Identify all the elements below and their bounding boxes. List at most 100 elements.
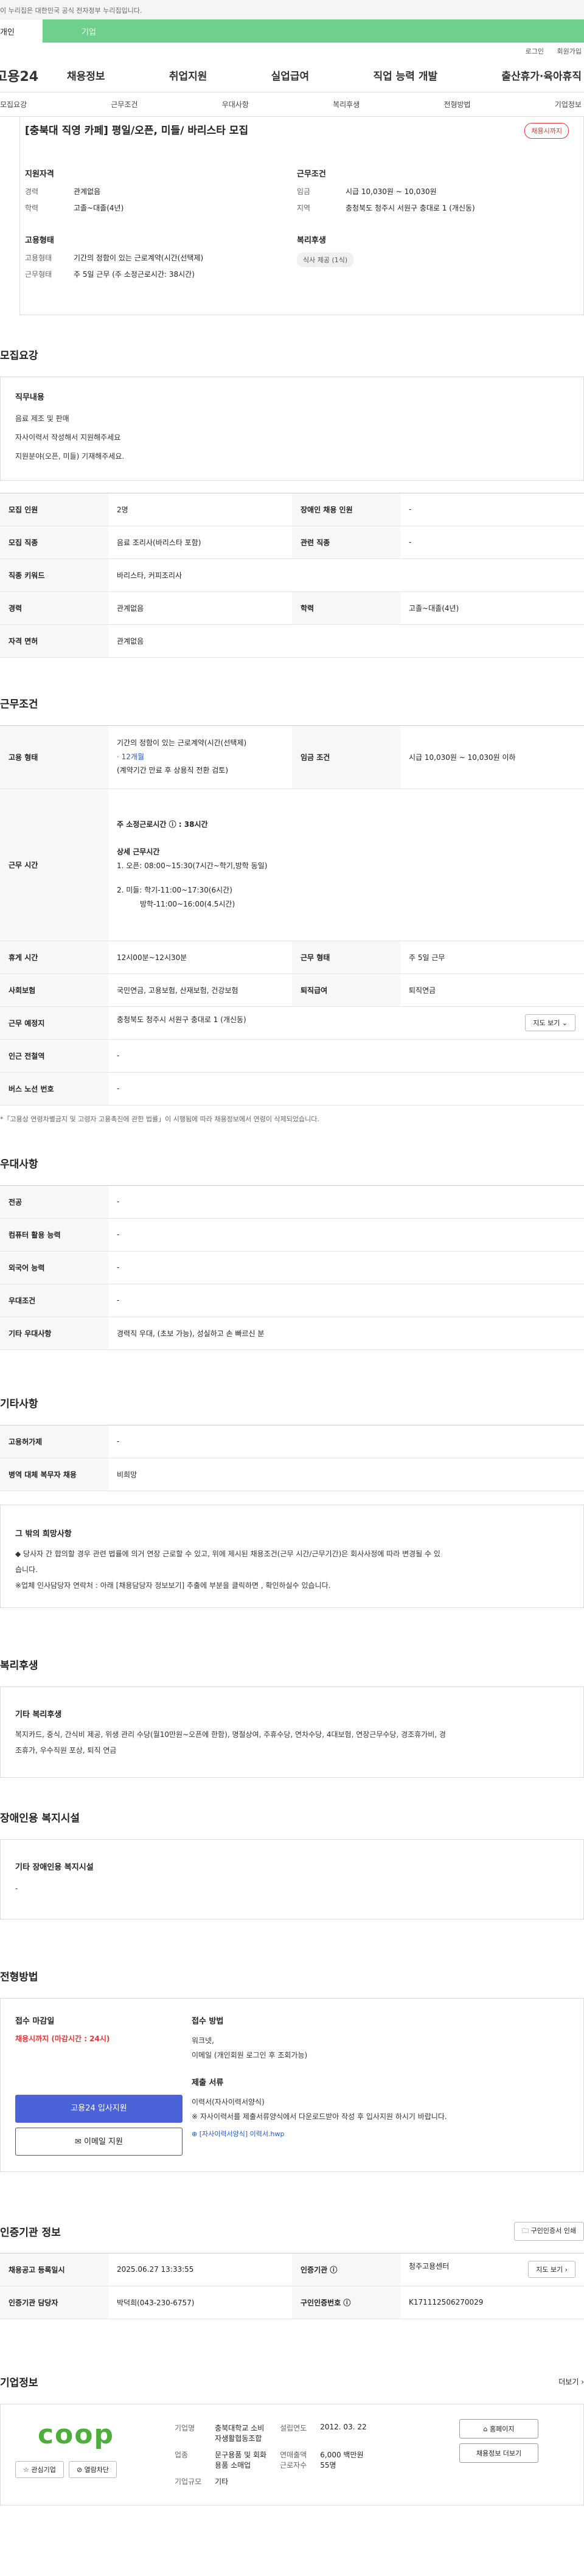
row-label: 관련 직종 <box>292 526 400 559</box>
site-logo[interactable]: 고용24 <box>0 66 62 85</box>
table-row: 사회보험 국민연금, 고용보험, 산재보험, 건강보험 퇴직급여 퇴직연금 <box>0 973 584 1007</box>
disabled-title: 장애인용 복지시설 <box>0 1812 80 1825</box>
row-value: 비희망 <box>108 1458 584 1491</box>
row-label: 자격 면허 <box>0 624 108 658</box>
pref-table: 전공 - 컴퓨터 활용 능력 - 외국어 능력 - 우대조건 - 기타 우대사항 경력직 … <box>0 1185 584 1350</box>
top-links: 로그인 회원가입 <box>0 43 584 58</box>
table-row: 모집 직종 음료 조리사(바리스타 포함) 관련 직종 - <box>0 526 584 559</box>
row-value: 주 5일 근무 <box>400 941 584 974</box>
row-value: 바리스타, 커피조리사 <box>108 559 584 592</box>
row-label: 모집 직종 <box>0 526 108 559</box>
table-row: 근무 예정지 충청북도 청주시 서원구 충대로 1 (개신동) 지도 보기 ⌄ <box>0 1006 584 1040</box>
company-more-link[interactable]: 더보기 › <box>558 2376 584 2387</box>
block-company-button[interactable]: ⊘ 열람차단 <box>68 2460 117 2478</box>
employees-label: 근로자수 <box>280 2460 307 2470</box>
gnb-jobs[interactable]: 채용정보 <box>67 68 105 83</box>
welfare-line: 조휴가, 우수직원 포상, 퇴직 연금 <box>15 1746 117 1755</box>
shift-open: 1. 오픈: 08:00~15:30(7시간~학기,방학 동일) <box>117 861 268 870</box>
deadline-head: 접수 마감일 <box>15 2016 55 2026</box>
agency-map-button[interactable]: 지도 보기 › <box>528 2261 575 2278</box>
emptype-value: 기간의 정함이 있는 근로계약(시간(선택제) <box>74 254 204 262</box>
row-value: - <box>108 1425 584 1458</box>
subnav-recruit[interactable]: 모집요강 <box>0 99 27 110</box>
work-title: 근무조건 <box>0 698 38 711</box>
docs-head: 제출 서류 <box>192 2078 224 2087</box>
industry-value-2: 용품 소매업 <box>215 2460 251 2470</box>
qual-head: 지원자격 <box>25 170 54 179</box>
apply-box: 접수 마감일 채용시까지 (마감시간 : 24시) 고용24 입사지원 ✉ 이메… <box>0 1997 584 2172</box>
table-row: 근무 시간 주 소정근로시간 ⓘ : 38시간 상세 근무시간 1. 오픈: 0… <box>0 788 584 941</box>
company-title: 기업정보 <box>0 2376 38 2389</box>
print-cert-button[interactable]: 🗀 구인인증서 인쇄 <box>514 2221 584 2241</box>
homepage-button[interactable]: ⌂ 홈페이지 <box>459 2418 538 2438</box>
row-label: 버스 노선 번호 <box>0 1072 108 1105</box>
row-value: 2명 <box>108 493 292 526</box>
job-summary-card: [충북대 직영 카페] 평일/오픈, 미들/ 바리스타 모집 채용시까지 지원자… <box>19 117 584 315</box>
row-value: - <box>108 1039 584 1073</box>
email-apply-button[interactable]: ✉ 이메일 지원 <box>15 2127 182 2156</box>
career-value: 관계없음 <box>74 187 101 196</box>
table-row: 기타 우대사항 경력직 우대, (초보 가능), 성실하고 손 빠르신 분 <box>0 1317 584 1350</box>
area-value: 충청북도 청주시 서원구 충대로 1 (개신동) <box>346 204 475 212</box>
mode-bar: 개인 기업 <box>0 19 584 43</box>
method-head: 접수 방법 <box>192 2016 224 2026</box>
table-row: 경력 관계없음 학력 고졸~대졸(4년) <box>0 591 584 625</box>
table-row: 버스 노선 번호 - <box>0 1072 584 1105</box>
gnb-unemployment[interactable]: 실업급여 <box>271 68 310 83</box>
row-label: 퇴직급여 <box>292 973 400 1007</box>
cert-title: 인증기관 정보 <box>0 2226 61 2239</box>
gnb-employment-support[interactable]: 취업지원 <box>169 68 207 83</box>
row-label: 근무 시간 <box>0 788 108 941</box>
duty-box: 직무내용 음료 제조 및 판매 자사이력서 작성해서 지원해주세요 지원분야(오… <box>0 377 584 481</box>
job-title: [충북대 직영 카페] 평일/오픈, 미들/ 바리스타 모집 <box>25 125 249 137</box>
emptype-label: 고용형태 <box>25 254 52 262</box>
subnav-preference[interactable]: 우대사항 <box>222 99 249 110</box>
row-label: 인증기관 ⓘ <box>292 2253 400 2286</box>
subnav-conditions[interactable]: 근무조건 <box>111 99 137 110</box>
shift-middle: 2. 미들: 학기-11:00~17:30(6시간) <box>117 886 232 895</box>
company-logo: coop <box>37 2418 115 2450</box>
company-name-2: 자생활협동조합 <box>215 2434 262 2443</box>
row-label: 장애인 채용 인원 <box>292 493 400 526</box>
cert-agency: 청주고용센터 <box>409 2262 450 2271</box>
row-label: 외국어 능력 <box>0 1251 108 1284</box>
map-view-button[interactable]: 지도 보기 ⌄ <box>525 1014 575 1032</box>
sales-value: 6,000 백만원 <box>320 2450 364 2459</box>
row-value: 12시00분~12시30분 <box>108 941 292 974</box>
global-nav: 고용24 채용정보 취업지원 실업급여 직업 능력 개발 출산휴가·육아휴직 <box>0 58 584 92</box>
signup-link[interactable]: 회원가입 <box>557 47 582 55</box>
row-label: 채용공고 등록일시 <box>0 2253 108 2286</box>
favorite-company-button[interactable]: ☆ 관심기업 <box>15 2460 64 2478</box>
row-label: 임금 조건 <box>292 725 400 789</box>
row-value: - <box>400 526 584 559</box>
tab-business[interactable]: 기업 <box>43 19 584 43</box>
age-law-note: *「고용상 연령차별금지 및 고령자 고용촉진에 관한 법률」이 시행됨에 따라… <box>0 1115 319 1123</box>
login-link[interactable]: 로그인 <box>526 47 544 55</box>
welfare-head: 기타 복리후생 <box>15 1710 62 1719</box>
resume-file-link[interactable]: ⊕ [자사이력서양식] 이력서.hwp <box>192 2129 569 2139</box>
subnav-welfare[interactable]: 복리후생 <box>333 99 360 110</box>
apply-button[interactable]: 고용24 입사지원 <box>15 2094 182 2123</box>
welfare-box: 기타 복리후생 복지카드, 중식, 간식비 제공, 위생 관리 수당(월10만원… <box>0 1686 584 1778</box>
gnb-training[interactable]: 직업 능력 개발 <box>373 68 437 83</box>
wish-line: ※업체 인사담당자 연락처 : 아래 [채용담당자 정보보기] 추출에 부분을 … <box>15 1581 331 1590</box>
more-jobs-button[interactable]: 채용정보 더보기 <box>459 2443 538 2463</box>
gnb-parental-leave[interactable]: 출산휴가·육아휴직 <box>501 68 582 83</box>
row-value: - <box>108 1185 584 1219</box>
employees-value: 55명 <box>320 2460 336 2470</box>
cond-head: 근무조건 <box>297 170 326 179</box>
row-value: 박덕희(043-230-6757) <box>108 2286 292 2319</box>
subnav-company[interactable]: 기업정보 <box>555 99 582 110</box>
row-label: 모집 인원 <box>0 493 108 526</box>
method-line: 워크넷, <box>192 2036 214 2045</box>
founded-label: 설립연도 <box>280 2423 307 2432</box>
method-line: 이메일 (개인회원 로그인 후 조회가능) <box>192 2050 308 2059</box>
tab-personal[interactable]: 개인 <box>0 19 43 43</box>
welfare-title: 복리후생 <box>0 1659 38 1672</box>
subnav-selection[interactable]: 전형방법 <box>443 99 470 110</box>
workplace-address: 충청북도 청주시 서원구 충대로 1 (개신동) <box>117 1015 246 1025</box>
row-label: 경력 <box>0 591 108 625</box>
row-value: 경력직 우대, (초보 가능), 성실하고 손 빠르신 분 <box>108 1317 584 1350</box>
table-row: 채용공고 등록일시 2025.06.27 13:33:55 인증기관 ⓘ 청주고용센터… <box>0 2253 584 2286</box>
cert-table: 채용공고 등록일시 2025.06.27 13:33:55 인증기관 ⓘ 청주고용센터… <box>0 2252 584 2319</box>
